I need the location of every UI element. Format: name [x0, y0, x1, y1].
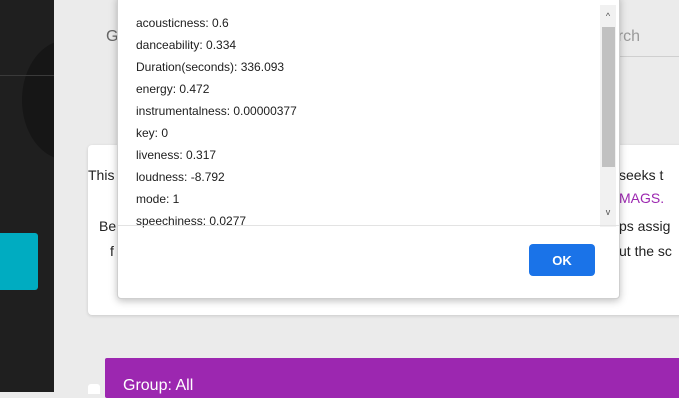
scroll-down-icon[interactable]: v [600, 206, 616, 218]
card-text-line3-left: Be [99, 218, 117, 234]
dialog-line: acousticness: 0.6 [136, 16, 229, 30]
alert-dialog: acousticness: 0.6 danceability: 0.334 Du… [117, 0, 620, 299]
dialog-line: liveness: 0.317 [136, 148, 217, 162]
ok-button[interactable]: OK [529, 244, 595, 276]
card-text-line3-right: ps assig [619, 218, 671, 234]
card-link-mags[interactable]: MAGS. [619, 190, 664, 206]
card-text-line1-right: seeks t [619, 167, 664, 183]
scroll-thumb[interactable] [602, 27, 615, 167]
dialog-line: key: 0 [136, 126, 169, 140]
dialog-line: instrumentalness: 0.00000377 [136, 104, 297, 118]
dialog-divider [118, 225, 619, 226]
group-header-bar[interactable]: Group: All [105, 358, 679, 398]
card-text-line4-right: ut the sc [619, 243, 672, 259]
scroll-up-icon[interactable]: ^ [600, 10, 616, 22]
dialog-line: Duration(seconds): 336.093 [136, 60, 285, 74]
card-edge [88, 384, 100, 394]
dialog-line: loudness: -8.792 [136, 170, 225, 184]
group-label: Group: All [123, 377, 194, 394]
dialog-line: danceability: 0.334 [136, 38, 237, 52]
dialog-message-area[interactable]: acousticness: 0.6 danceability: 0.334 Du… [134, 1, 616, 229]
sidebar-teal-button[interactable] [0, 233, 38, 290]
sidebar [0, 0, 112, 392]
card-text-line4-left: f [110, 243, 114, 259]
dialog-line: mode: 1 [136, 192, 180, 206]
card-text-line1-left: This [88, 167, 115, 183]
dialog-line: energy: 0.472 [136, 82, 210, 96]
sidebar-divider [0, 75, 54, 76]
